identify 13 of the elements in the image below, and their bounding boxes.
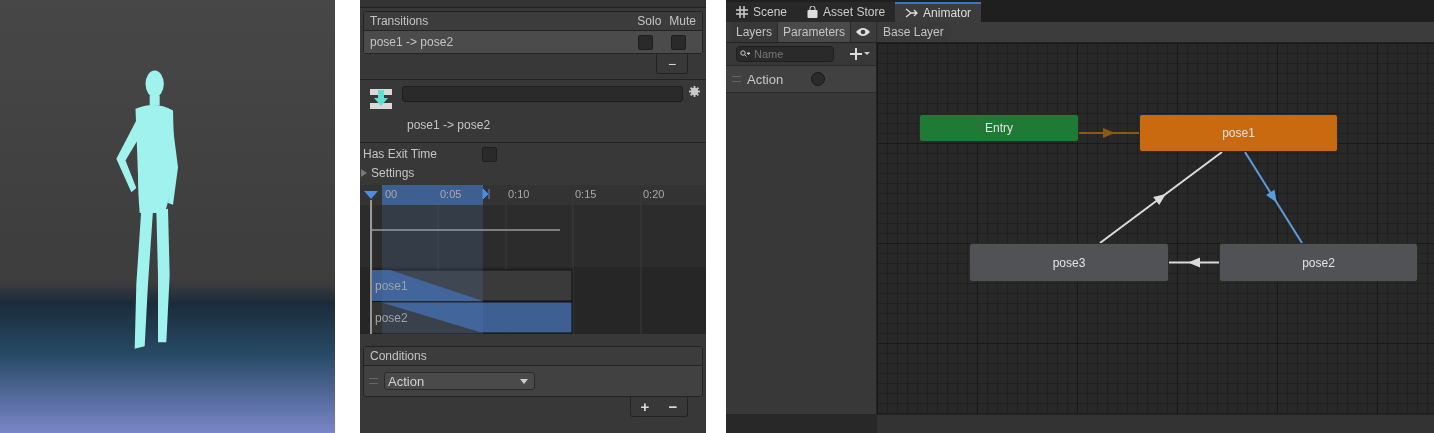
- timeline-tick: 0:20: [643, 188, 665, 200]
- transition-name: pose1 -> pose2: [370, 35, 455, 49]
- timeline-tick: 00: [385, 188, 398, 200]
- parameter-name: Action: [747, 71, 785, 87]
- transition-title: pose1 -> pose2: [406, 117, 492, 134]
- has-exit-time-label: Has Exit Time: [363, 147, 438, 161]
- timeline-tick: 0:15: [575, 188, 597, 200]
- timeline-tick: 0:10: [508, 188, 530, 200]
- column-header: Mute: [669, 14, 696, 28]
- column-header: Solo: [637, 14, 662, 28]
- conditions-header: Conditions: [370, 349, 427, 363]
- timeline-tick: 0:05: [440, 188, 462, 200]
- transitions-header: Transitions: [370, 14, 430, 28]
